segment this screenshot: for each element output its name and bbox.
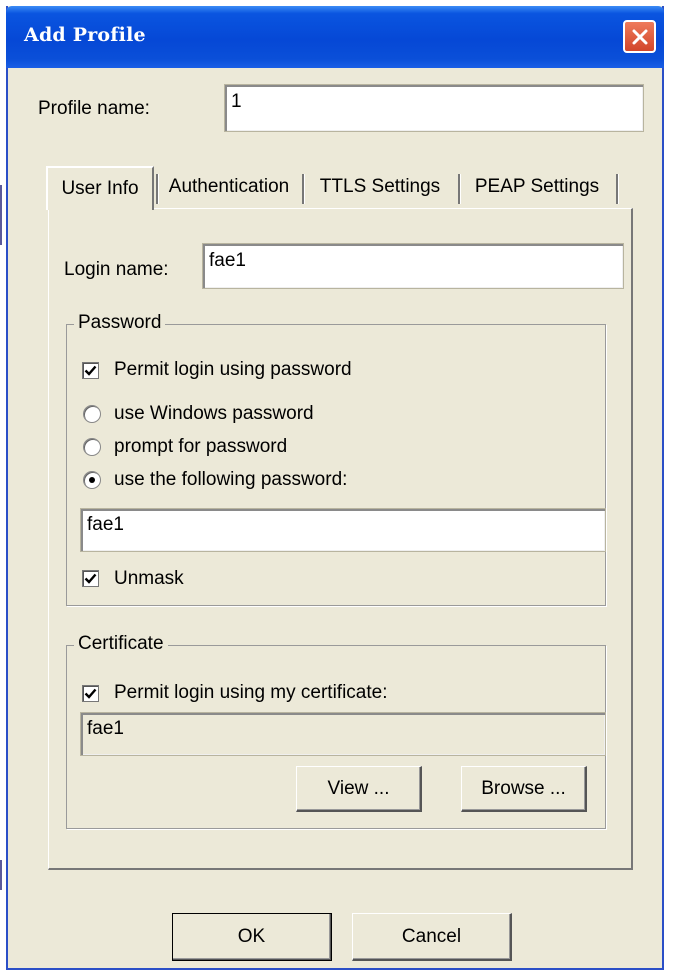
unmask-label: Unmask — [114, 568, 184, 589]
certificate-field: fae1 — [80, 712, 606, 756]
permit-password-checkbox[interactable] — [82, 362, 99, 379]
radio-prompt-password[interactable] — [83, 438, 101, 456]
password-input[interactable]: fae1 — [80, 508, 606, 552]
tab-user-info-label: User Info — [61, 178, 139, 199]
tab-authentication[interactable]: Authentication — [158, 168, 300, 206]
login-name-input[interactable]: fae1 — [202, 243, 624, 289]
tab-authentication-label: Authentication — [168, 176, 290, 197]
tab-user-info[interactable]: User Info — [46, 166, 154, 210]
radio-following-password[interactable] — [83, 471, 101, 489]
checkmark-icon — [84, 688, 97, 699]
profile-name-label: Profile name: — [38, 98, 150, 119]
background-window-edge — [0, 860, 2, 890]
profile-name-input[interactable]: 1 — [224, 84, 644, 132]
radio-windows-password[interactable] — [83, 405, 101, 423]
close-button[interactable] — [623, 20, 656, 53]
cancel-button[interactable]: Cancel — [352, 913, 512, 961]
tab-ttls-settings-label: TTLS Settings — [319, 176, 441, 197]
browse-certificate-button[interactable]: Browse ... — [461, 766, 587, 812]
radio-following-password-label: use the following password: — [114, 469, 348, 490]
add-profile-dialog: Add Profile Profile name: 1 User Info Au… — [6, 6, 664, 970]
login-name-label: Login name: — [64, 259, 169, 280]
checkmark-icon — [84, 573, 97, 584]
tab-separator — [616, 174, 618, 204]
tab-peap-settings[interactable]: PEAP Settings — [460, 168, 614, 206]
title-bar[interactable]: Add Profile — [6, 6, 664, 68]
unmask-checkbox[interactable] — [82, 570, 99, 587]
radio-windows-password-label: use Windows password — [114, 403, 314, 424]
checkmark-icon — [84, 365, 97, 376]
tab-peap-settings-label: PEAP Settings — [474, 176, 600, 197]
permit-certificate-label: Permit login using my certificate: — [114, 682, 388, 703]
radio-prompt-password-label: prompt for password — [114, 436, 288, 457]
radio-selected-dot — [89, 477, 95, 483]
ok-button[interactable]: OK — [172, 913, 332, 961]
dialog-title: Add Profile — [24, 24, 146, 46]
tab-ttls-settings[interactable]: TTLS Settings — [304, 168, 456, 206]
permit-password-label: Permit login using password — [114, 359, 352, 380]
close-icon — [632, 29, 647, 44]
permit-certificate-checkbox[interactable] — [82, 685, 99, 702]
password-group-label: Password — [74, 312, 166, 334]
certificate-group-label: Certificate — [74, 633, 168, 655]
view-certificate-button[interactable]: View ... — [296, 766, 422, 812]
background-window-edge — [0, 185, 2, 245]
